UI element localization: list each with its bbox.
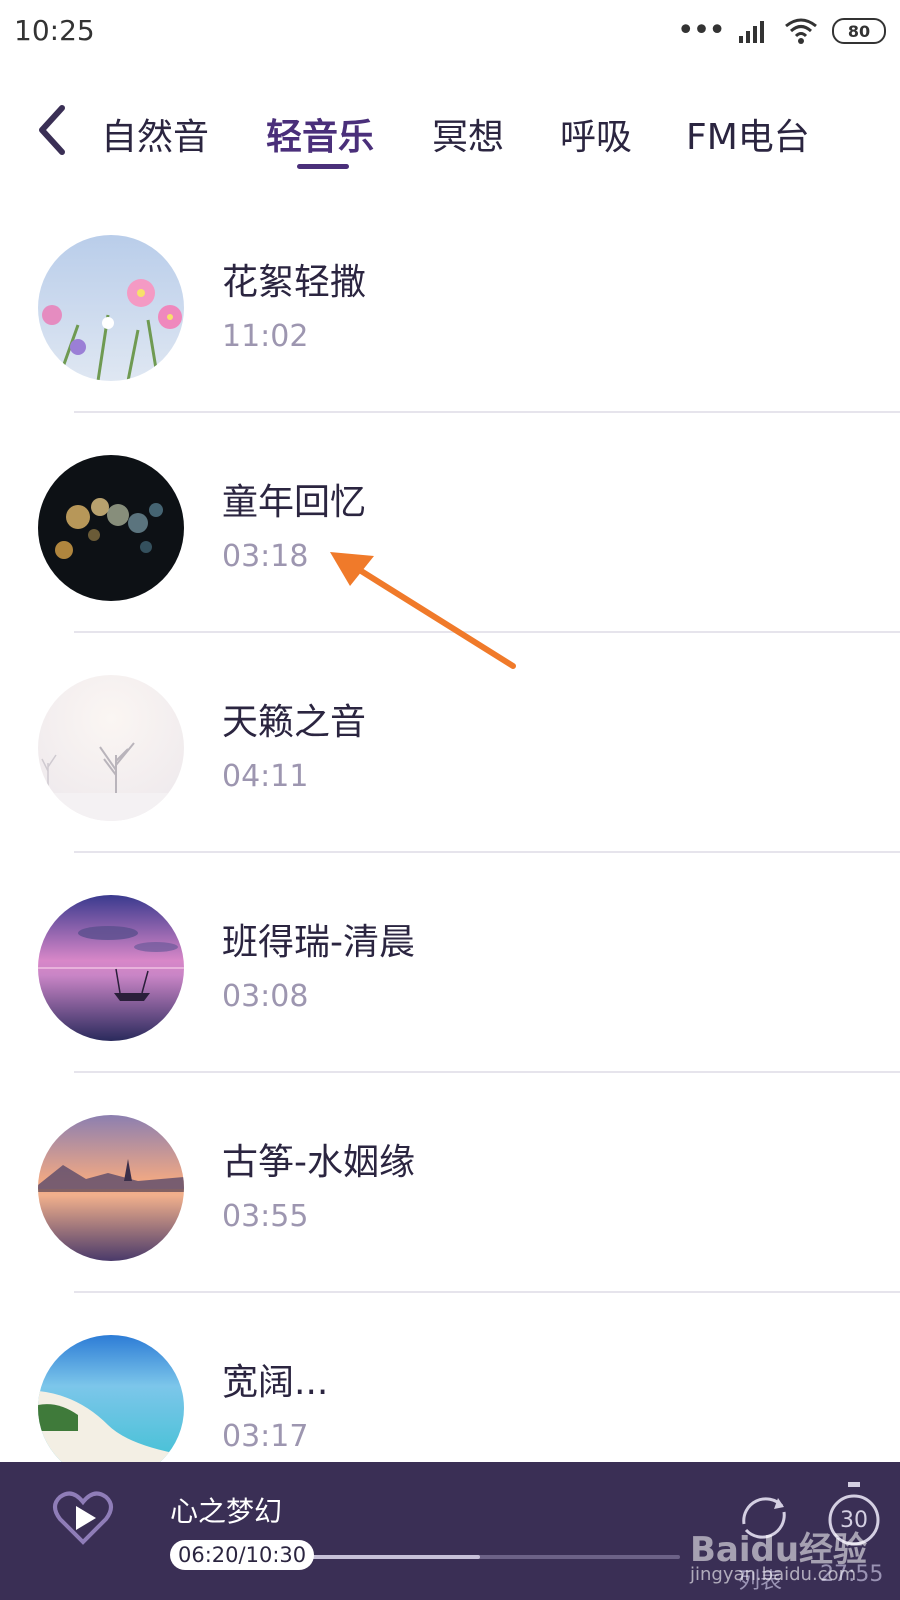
status-icons: ••• 80 bbox=[677, 16, 886, 46]
track-duration: 11:02 bbox=[222, 319, 309, 354]
track-title: 童年回忆 bbox=[222, 482, 367, 523]
watermark-url: jingyan.baidu.com bbox=[690, 1564, 857, 1585]
track-duration: 03:17 bbox=[222, 1419, 309, 1454]
track-thumbnail-snow-tree bbox=[38, 675, 184, 821]
annotation-arrow-icon bbox=[330, 552, 516, 669]
list-item[interactable]: 古筝-水姻缘 03:55 bbox=[0, 1105, 900, 1325]
tab-breathing[interactable]: 呼吸 bbox=[560, 108, 632, 160]
track-duration: 04:11 bbox=[222, 759, 309, 794]
list-item[interactable]: 花絮轻撒 11:02 bbox=[0, 225, 900, 445]
track-thumbnail-sunset-lake bbox=[38, 1115, 184, 1261]
tab-light-music[interactable]: 轻音乐 bbox=[266, 108, 374, 160]
divider bbox=[74, 411, 900, 413]
now-playing-title: 心之梦幻 bbox=[170, 1495, 283, 1528]
tab-nature-sounds[interactable]: 自然音 bbox=[101, 108, 209, 160]
signal-icon bbox=[739, 21, 764, 43]
status-time: 10:25 bbox=[14, 14, 95, 47]
track-title: 宽阔... bbox=[222, 1362, 329, 1403]
track-duration: 03:55 bbox=[222, 1199, 309, 1234]
tab-fm-radio[interactable]: FM电台 bbox=[686, 108, 810, 160]
battery-indicator: 80 bbox=[832, 18, 886, 44]
wifi-icon bbox=[785, 18, 817, 44]
playback-position: 06:20/10:30 bbox=[170, 1540, 315, 1570]
track-title: 花絮轻撒 bbox=[222, 262, 367, 303]
list-item[interactable]: 天籁之音 04:11 bbox=[0, 665, 900, 885]
back-arrow-icon[interactable] bbox=[32, 100, 72, 160]
status-bar: 10:25 ••• 80 bbox=[0, 0, 900, 62]
category-tabs: 自然音 轻音乐 冥想 呼吸 FM电台 bbox=[0, 90, 900, 180]
divider bbox=[74, 1291, 900, 1293]
track-duration: 03:18 bbox=[222, 539, 309, 574]
track-thumbnail-bokeh bbox=[38, 455, 184, 601]
track-title: 古筝-水姻缘 bbox=[222, 1142, 415, 1183]
track-title: 班得瑞-清晨 bbox=[222, 922, 415, 963]
play-heart-icon[interactable] bbox=[52, 1488, 114, 1548]
track-thumbnail-boat-lake bbox=[38, 895, 184, 1041]
active-tab-indicator bbox=[297, 164, 349, 169]
divider bbox=[74, 1071, 900, 1073]
track-thumbnail-beach bbox=[38, 1335, 184, 1481]
list-item[interactable]: 班得瑞-清晨 03:08 bbox=[0, 885, 900, 1105]
track-duration: 03:08 bbox=[222, 979, 309, 1014]
mini-player[interactable]: 心之梦幻 06:20/10:30 30 列表 27:55 Baidu经验 jin… bbox=[0, 1462, 900, 1600]
more-dots-icon: ••• bbox=[676, 13, 726, 48]
tab-meditation[interactable]: 冥想 bbox=[432, 108, 504, 160]
divider bbox=[74, 851, 900, 853]
track-title: 天籁之音 bbox=[222, 702, 367, 743]
track-thumbnail-flowers bbox=[38, 235, 184, 381]
